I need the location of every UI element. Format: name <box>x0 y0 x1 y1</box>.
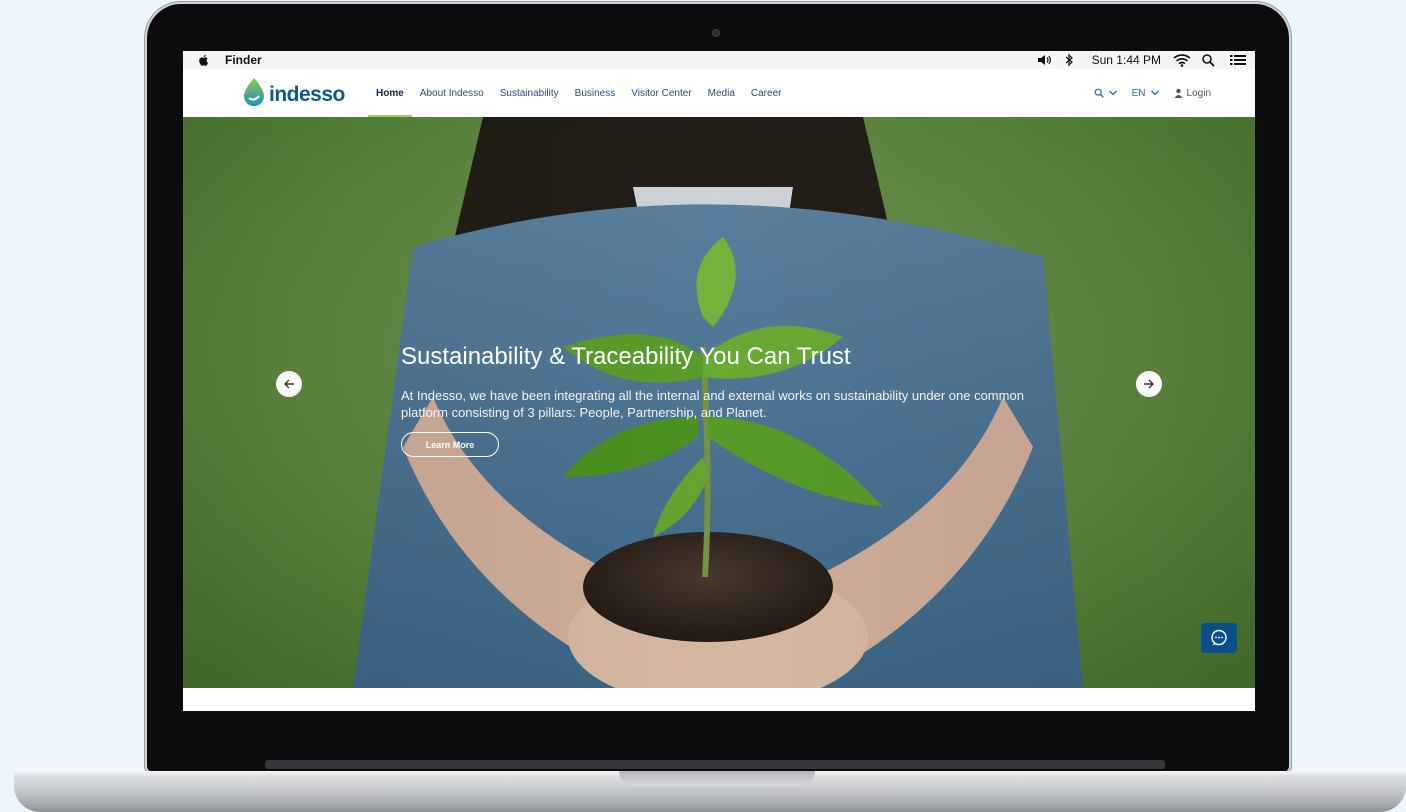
nav-career[interactable]: Career <box>743 69 790 117</box>
wifi-icon[interactable] <box>1173 53 1191 67</box>
nav-media[interactable]: Media <box>700 69 743 117</box>
laptop-screen-bezel <box>183 711 1255 753</box>
language-value: EN <box>1131 87 1146 99</box>
hero-title: Sustainability & Traceability You Can Tr… <box>401 343 851 370</box>
screen: Finder Sun 1:44 PM indesso Home About In… <box>183 51 1255 711</box>
bluetooth-icon[interactable] <box>1064 53 1080 67</box>
mac-menubar: Finder Sun 1:44 PM <box>183 51 1255 69</box>
page-content-start <box>183 688 1255 711</box>
search-icon <box>1094 88 1104 98</box>
carousel-prev-button[interactable] <box>276 371 302 397</box>
nav-home[interactable]: Home <box>368 69 412 117</box>
camera <box>712 29 720 37</box>
hero-banner: Sustainability & Traceability You Can Tr… <box>183 117 1255 688</box>
chat-widget-button[interactable] <box>1201 623 1237 653</box>
nav-sustainability[interactable]: Sustainability <box>492 69 567 117</box>
user-icon <box>1174 88 1183 98</box>
menubar-status: Sun 1:44 PM <box>1036 51 1246 69</box>
arrow-left-icon <box>284 379 294 389</box>
hero-description: At Indesso, we have been integrating all… <box>401 388 1024 420</box>
menubar-app-name[interactable]: Finder <box>225 53 262 67</box>
logo-text: indesso <box>269 82 345 106</box>
arrow-right-icon <box>1144 379 1154 389</box>
login-label: Login <box>1186 87 1211 99</box>
laptop-notch <box>619 771 815 786</box>
chat-icon <box>1211 629 1227 646</box>
volume-icon[interactable] <box>1036 53 1052 67</box>
nav-utilities: EN Login <box>1094 69 1211 117</box>
control-center-icon[interactable] <box>1229 53 1246 67</box>
site-header: indesso Home About Indesso Sustainabilit… <box>183 69 1255 118</box>
main-nav: Home About Indesso Sustainability Busine… <box>368 69 789 117</box>
nav-visitor-center[interactable]: Visitor Center <box>623 69 699 117</box>
menubar-clock[interactable]: Sun 1:44 PM <box>1092 53 1161 67</box>
nav-business[interactable]: Business <box>567 69 624 117</box>
login-link[interactable]: Login <box>1174 88 1211 99</box>
carousel-next-button[interactable] <box>1136 371 1162 397</box>
learn-more-button[interactable]: Learn More <box>401 432 499 457</box>
apple-icon[interactable] <box>197 53 211 67</box>
chevron-down-icon <box>1108 90 1117 96</box>
chevron-down-icon <box>1150 90 1159 96</box>
search-toggle[interactable] <box>1094 88 1118 98</box>
indesso-logo[interactable]: indesso <box>241 77 345 112</box>
nav-about-indesso[interactable]: About Indesso <box>412 69 492 117</box>
language-select[interactable]: EN <box>1132 88 1160 99</box>
laptop-hinge <box>265 760 1165 769</box>
spotlight-search-icon[interactable] <box>1201 53 1217 67</box>
logo-drop-icon <box>241 77 267 112</box>
